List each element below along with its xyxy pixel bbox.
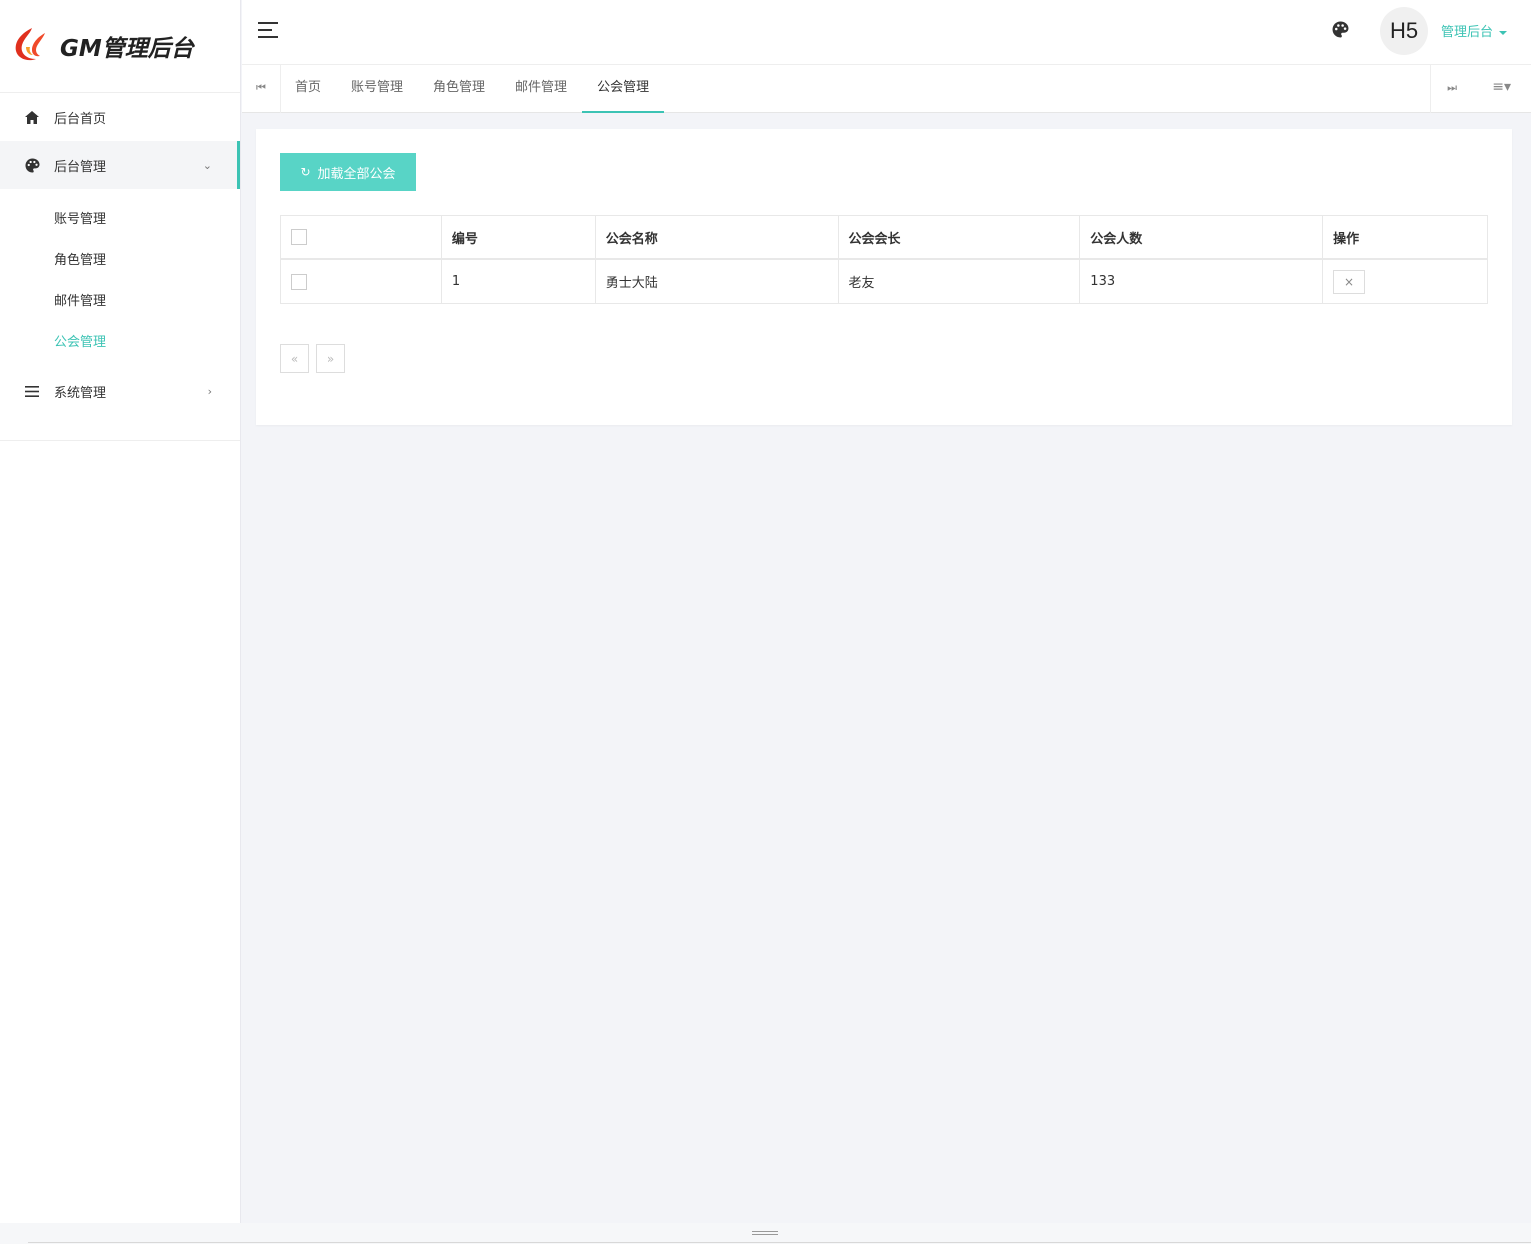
chevron-right-icon: ›: [207, 384, 212, 398]
delete-button[interactable]: ×: [1333, 269, 1366, 294]
theme-palette-icon[interactable]: [1332, 21, 1349, 42]
sidebar-item-mail[interactable]: 邮件管理: [0, 279, 240, 320]
sidebar-item-label: 账号管理: [54, 212, 107, 227]
header-select-all: [280, 215, 442, 260]
tabs-scroll-right-icon[interactable]: ⏭: [1447, 81, 1457, 95]
column-header-guild-leader[interactable]: 公会会长: [837, 215, 1081, 260]
refresh-icon: ↻: [300, 165, 311, 179]
caret-down-icon: [1499, 30, 1508, 35]
sidebar-submenu: 账号管理 角色管理 邮件管理 公会管理: [0, 189, 240, 367]
palette-icon: [24, 157, 40, 173]
bottom-resize-bar: [0, 1223, 1531, 1244]
sidebar-item-guild[interactable]: 公会管理: [0, 320, 240, 361]
sidebar-item-home[interactable]: 后台首页: [0, 93, 240, 141]
tab-guild[interactable]: 公会管理: [582, 65, 665, 113]
sidebar: GM管理后台 后台首页 后台管理 ⌄ 账号管理 角色管理 邮件管理 公会管理 系…: [0, 0, 241, 1223]
tabs-scroll-left-icon[interactable]: ⏮: [256, 81, 266, 95]
row-checkbox[interactable]: [291, 273, 307, 290]
chevron-down-icon: ⌄: [202, 158, 212, 172]
content-card: ↻ 加载全部公会 编号 公会名称 公会会长 公会人数 操作 1 勇士大陆 老友 …: [256, 129, 1512, 425]
sidebar-item-label: 后台管理: [54, 159, 107, 175]
sidebar-item-label: 后台首页: [54, 111, 107, 127]
sidebar-item-system[interactable]: 系统管理 ›: [0, 367, 240, 415]
row-select-cell: [280, 258, 442, 304]
cell-actions: ×: [1322, 258, 1488, 304]
logo[interactable]: GM管理后台: [0, 0, 240, 93]
list-icon: [24, 383, 40, 399]
tab-list: 首页 账号管理 角色管理 邮件管理 公会管理: [280, 65, 665, 113]
tabs-menu-icon[interactable]: ≡▾: [1492, 79, 1511, 95]
sidebar-item-role[interactable]: 角色管理: [0, 238, 240, 279]
logo-text: GM管理后台: [60, 36, 194, 62]
sidebar-item-label: 角色管理: [54, 253, 107, 268]
resize-handle-icon[interactable]: [752, 1231, 778, 1237]
divider: [1430, 65, 1431, 113]
divider: [28, 1242, 1531, 1243]
tabs-bar: ⏮ 首页 账号管理 角色管理 邮件管理 公会管理 ⏭ ≡▾: [242, 65, 1531, 113]
sidebar-item-admin[interactable]: 后台管理 ⌄: [0, 141, 240, 189]
table-row[interactable]: 1 勇士大陆 老友 133 ×: [280, 258, 1488, 304]
table-header-row: 编号 公会名称 公会会长 公会人数 操作: [280, 215, 1488, 260]
user-menu-dropdown[interactable]: 管理后台: [1441, 21, 1508, 40]
sidebar-item-label: 邮件管理: [54, 294, 107, 309]
select-all-checkbox[interactable]: [291, 229, 307, 245]
column-header-guild-name[interactable]: 公会名称: [594, 215, 839, 260]
pagination: « »: [280, 344, 352, 373]
tab-home[interactable]: 首页: [280, 65, 336, 113]
sidebar-item-account[interactable]: 账号管理: [0, 197, 240, 238]
sidebar-item-label: 公会管理: [54, 335, 107, 350]
column-header-id[interactable]: 编号: [440, 215, 596, 260]
top-header: H5 管理后台: [242, 0, 1531, 65]
cell-member-count: 133: [1079, 258, 1324, 304]
load-all-guilds-button[interactable]: ↻ 加载全部公会: [280, 153, 416, 191]
menu-toggle-icon[interactable]: [258, 22, 280, 43]
cell-guild-name: 勇士大陆: [594, 258, 839, 304]
avatar[interactable]: H5: [1380, 7, 1428, 55]
pagination-prev-button[interactable]: «: [280, 344, 309, 373]
divider: [0, 440, 240, 441]
column-header-member-count[interactable]: 公会人数: [1079, 215, 1324, 260]
flame-logo-icon: [12, 25, 52, 67]
column-header-actions: 操作: [1322, 215, 1488, 260]
guild-table: 编号 公会名称 公会会长 公会人数 操作 1 勇士大陆 老友 133 ×: [280, 215, 1488, 304]
tab-account[interactable]: 账号管理: [336, 65, 418, 113]
load-all-guilds-label: 加载全部公会: [317, 166, 396, 182]
tab-role[interactable]: 角色管理: [418, 65, 500, 113]
user-menu-label: 管理后台: [1441, 25, 1494, 40]
home-icon: [24, 109, 40, 125]
tab-mail[interactable]: 邮件管理: [500, 65, 582, 113]
cell-id: 1: [440, 258, 596, 304]
cell-guild-leader: 老友: [837, 258, 1081, 304]
pagination-next-button[interactable]: »: [316, 344, 345, 373]
sidebar-item-label: 系统管理: [54, 385, 107, 401]
